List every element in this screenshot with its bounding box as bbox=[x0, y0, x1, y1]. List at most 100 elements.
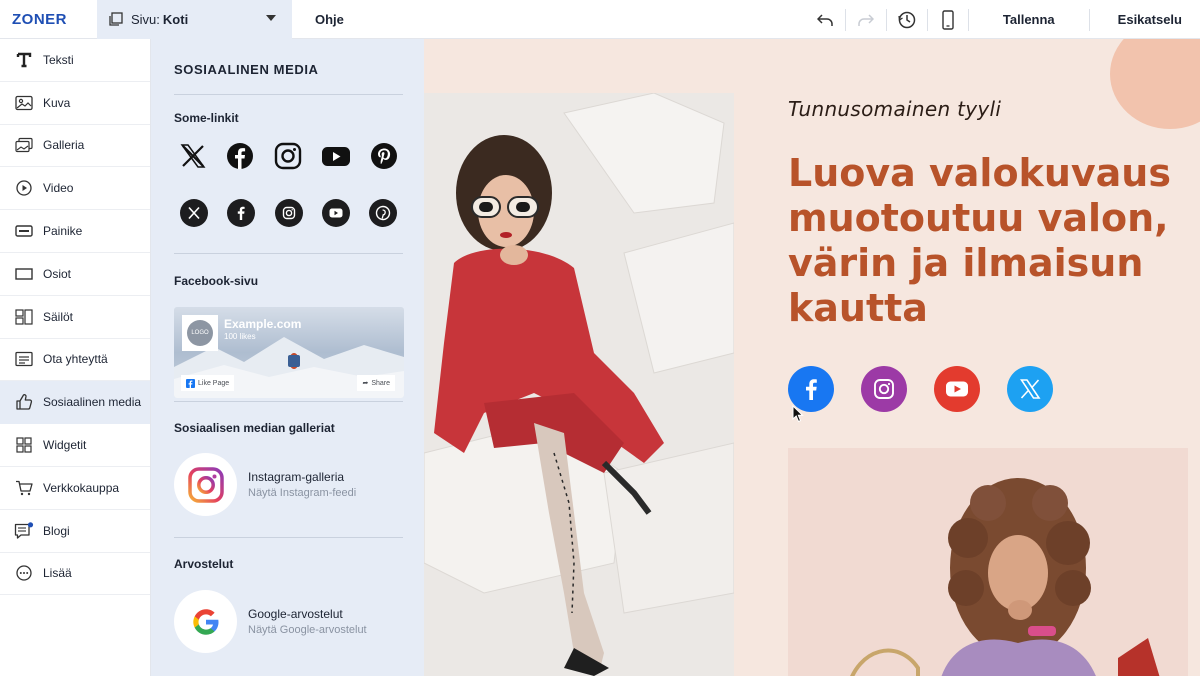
photo-illustration bbox=[788, 448, 1188, 676]
instagram-gallery-sub: Näytä Instagram-feedi bbox=[248, 487, 357, 499]
social-icons-plain-row bbox=[174, 142, 403, 175]
fb-like-page-button: Like Page bbox=[181, 375, 235, 391]
social-icons-circle-row bbox=[174, 199, 403, 232]
photo-illustration bbox=[424, 93, 734, 676]
section-title-reviews: Arvostelut bbox=[174, 557, 234, 571]
sidebar-item-button[interactable]: Painike bbox=[0, 210, 150, 253]
video-icon bbox=[14, 178, 34, 198]
facebook-icon[interactable] bbox=[226, 142, 254, 175]
sidebar-item-label: Verkkokauppa bbox=[43, 480, 120, 495]
divider bbox=[174, 537, 403, 538]
instagram-gallery-name: Instagram-galleria bbox=[248, 470, 345, 484]
site-tagline[interactable]: Tunnusomainen tyyli bbox=[788, 97, 1001, 121]
facebook-small-icon bbox=[186, 378, 195, 388]
facebook-page-preview[interactable]: LOGO Example.com 100 likes Like Page ➦ S… bbox=[174, 307, 404, 398]
pinterest-icon[interactable] bbox=[370, 142, 398, 175]
instagram-gallery-item[interactable]: Instagram-galleria Näytä Instagram-feedi bbox=[174, 453, 403, 516]
site-headline[interactable]: Luova valokuvaus muotoutuu valon, värin … bbox=[788, 151, 1188, 331]
page-selector-value: Koti bbox=[162, 11, 189, 27]
sidebar-item-text[interactable]: Teksti bbox=[0, 39, 150, 82]
google-reviews-text: Google-arvostelut Näytä Google-arvostelu… bbox=[248, 607, 367, 636]
site-youtube-icon[interactable] bbox=[934, 366, 980, 412]
history-icon[interactable] bbox=[887, 0, 927, 39]
sidebar-item-label: Teksti bbox=[43, 52, 74, 67]
sidebar-item-gallery[interactable]: Galleria bbox=[0, 125, 150, 168]
sidebar-item-contact[interactable]: Ota yhteyttä bbox=[0, 339, 150, 382]
thumbs-up-icon bbox=[14, 392, 34, 412]
sidebar-item-label: Video bbox=[43, 181, 74, 196]
instagram-icon[interactable] bbox=[274, 142, 302, 175]
sidebar-item-label: Osiot bbox=[43, 266, 72, 281]
sidebar-item-label: Sosiaalinen media bbox=[43, 395, 142, 410]
fb-card-likes: 100 likes bbox=[224, 332, 256, 341]
google-reviews-circle bbox=[174, 590, 237, 653]
fashion-photo-red-suit[interactable] bbox=[424, 93, 734, 676]
sidebar-item-label: Säilöt bbox=[43, 309, 74, 324]
sidebar-item-containers[interactable]: Säilöt bbox=[0, 296, 150, 339]
sidebar-item-video[interactable]: Video bbox=[0, 167, 150, 211]
site-social-icons bbox=[788, 366, 1080, 412]
page-selector-prefix: Sivu: bbox=[131, 11, 160, 27]
social-media-panel: SOSIAALINEN MEDIA Some-linkit Facebook-s… bbox=[151, 39, 424, 676]
sidebar-item-label: Widgetit bbox=[43, 438, 87, 453]
blog-icon bbox=[14, 521, 34, 541]
zoner-logo[interactable]: ZONER bbox=[0, 0, 97, 39]
sidebar-item-label: Painike bbox=[43, 224, 83, 239]
sidebar-item-blog[interactable]: Blogi bbox=[0, 510, 150, 553]
page-selector[interactable]: Sivu: Koti bbox=[97, 0, 292, 39]
redo-icon[interactable] bbox=[846, 0, 886, 39]
section-title-facebook-page: Facebook-sivu bbox=[174, 274, 259, 288]
instagram-circle-icon[interactable] bbox=[274, 199, 303, 232]
panel-title: SOSIAALINEN MEDIA bbox=[174, 62, 319, 77]
divider bbox=[174, 253, 403, 254]
fb-share-button: ➦ Share bbox=[357, 375, 395, 391]
site-x-icon[interactable] bbox=[1007, 366, 1053, 412]
sidebar-item-image[interactable]: Kuva bbox=[0, 82, 150, 125]
fb-share-label: Share bbox=[371, 379, 390, 387]
section-title-some-links: Some-linkit bbox=[174, 111, 239, 125]
mobile-view-icon[interactable] bbox=[928, 0, 968, 39]
mouse-pointer-icon bbox=[792, 404, 804, 428]
sidebar-item-more[interactable]: Lisää bbox=[0, 553, 150, 596]
youtube-icon[interactable] bbox=[321, 142, 351, 175]
sidebar-item-social-media[interactable]: Sosiaalinen media bbox=[0, 381, 150, 425]
preview-button[interactable]: Esikatselu bbox=[1090, 0, 1200, 39]
google-reviews-name: Google-arvostelut bbox=[248, 607, 343, 621]
instagram-gallery-circle bbox=[174, 453, 237, 516]
sidebar-item-label: Blogi bbox=[43, 523, 70, 538]
top-bar: ZONER Sivu: Koti Ohje Tallenna Esikatsel… bbox=[0, 0, 1200, 39]
youtube-circle-icon[interactable] bbox=[321, 199, 350, 232]
google-reviews-item[interactable]: Google-arvostelut Näytä Google-arvostelu… bbox=[174, 590, 403, 653]
sidebar-item-widgets[interactable]: Widgetit bbox=[0, 424, 150, 467]
undo-icon[interactable] bbox=[805, 0, 845, 39]
fashion-photo-curly-hair[interactable] bbox=[788, 448, 1188, 676]
fb-like-page-label: Like Page bbox=[198, 379, 230, 387]
sidebar-item-shop[interactable]: Verkkokauppa bbox=[0, 467, 150, 510]
text-icon bbox=[14, 50, 34, 70]
editor-canvas[interactable]: Tunnusomainen tyyli Luova valokuvaus muo… bbox=[424, 39, 1200, 676]
cart-icon bbox=[14, 478, 34, 498]
gallery-icon bbox=[14, 135, 34, 155]
x-icon[interactable] bbox=[179, 142, 207, 175]
instagram-color-icon bbox=[187, 466, 224, 503]
section-title-galleries: Sosiaalisen median galleriat bbox=[174, 421, 335, 435]
fb-card-name: Example.com bbox=[224, 317, 302, 331]
pinterest-circle-icon[interactable] bbox=[369, 199, 397, 232]
x-circle-icon[interactable] bbox=[180, 199, 208, 232]
google-reviews-sub: Näytä Google-arvostelut bbox=[248, 624, 367, 636]
decorative-blob bbox=[1110, 39, 1200, 129]
chevron-down-icon bbox=[266, 14, 276, 21]
fb-card-logo-text: LOGO bbox=[187, 320, 213, 346]
divider bbox=[174, 401, 403, 402]
sidebar-item-sections[interactable]: Osiot bbox=[0, 253, 150, 296]
page-icon bbox=[109, 12, 123, 26]
google-icon bbox=[192, 608, 218, 635]
containers-icon bbox=[14, 307, 34, 327]
site-instagram-icon[interactable] bbox=[861, 366, 907, 412]
facebook-circle-icon[interactable] bbox=[227, 199, 256, 232]
instagram-gallery-text: Instagram-galleria Näytä Instagram-feedi bbox=[248, 470, 356, 499]
sidebar-item-label: Lisää bbox=[43, 566, 72, 581]
save-button[interactable]: Tallenna bbox=[969, 0, 1089, 39]
contact-icon bbox=[14, 349, 34, 369]
help-link[interactable]: Ohje bbox=[315, 12, 344, 27]
